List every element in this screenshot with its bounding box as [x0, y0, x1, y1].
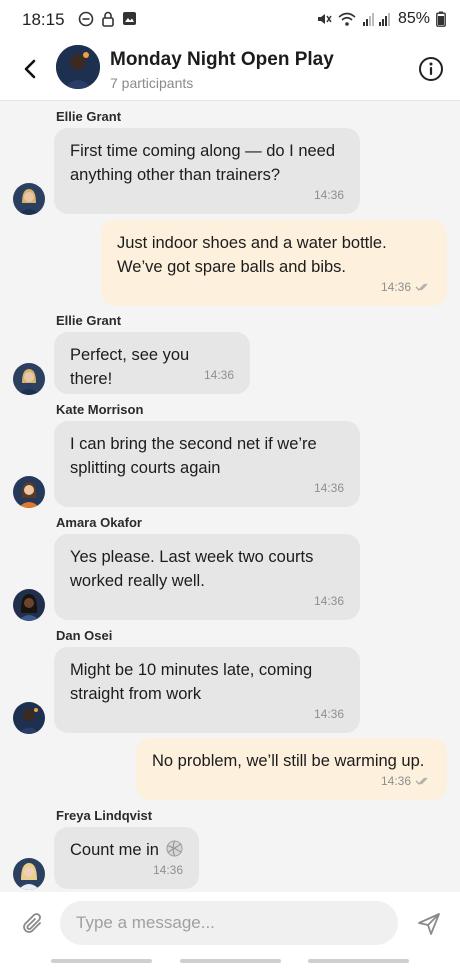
message-bubble-incoming[interactable]: First time coming along — do I need anyt…	[54, 128, 360, 214]
status-icons-right: 85%	[316, 10, 446, 28]
message-time: 14:36	[380, 280, 411, 294]
message-time: 14:36	[152, 863, 183, 877]
message-composer	[0, 892, 460, 972]
message-time: 14:36	[313, 707, 344, 721]
avatar[interactable]	[13, 702, 45, 734]
status-time: 18:15	[22, 10, 65, 29]
message-time: 14:36	[380, 774, 411, 788]
sender-name: Ellie Grant	[56, 109, 122, 124]
group-avatar[interactable]	[56, 45, 100, 89]
message-time-row: 14:36	[381, 275, 431, 299]
avatar[interactable]	[13, 589, 45, 621]
nav-bar-segment	[51, 959, 152, 963]
status-bar: 18:15 85%	[0, 0, 460, 40]
message-time: 14:36	[313, 594, 344, 608]
battery-percent: 85%	[397, 10, 430, 27]
attachment-icon[interactable]	[20, 911, 46, 937]
message-text: I can bring the second net if we’re spli…	[70, 435, 317, 477]
message-text: Count me in	[70, 841, 159, 859]
message-text: First time coming along — do I need anyt…	[70, 142, 336, 184]
avatar[interactable]	[13, 363, 45, 395]
wifi-icon	[338, 12, 356, 26]
avatar[interactable]	[13, 476, 45, 508]
message-time-row: 14:36	[381, 769, 431, 793]
read-receipt-icon	[415, 777, 428, 785]
message-text: Might be 10 minutes late, coming straigh…	[70, 661, 313, 703]
avatar[interactable]	[13, 183, 45, 215]
message-time: 14:36	[313, 481, 344, 495]
sender-name: Amara Okafor	[56, 515, 142, 530]
avatar[interactable]	[13, 858, 45, 890]
message-bubble-incoming[interactable]: Might be 10 minutes late, coming straigh…	[54, 647, 360, 733]
message-text: Yes please. Last week two courts worked …	[70, 548, 314, 590]
message-input[interactable]	[60, 901, 398, 945]
send-icon[interactable]	[416, 911, 442, 937]
message-list[interactable]: Ellie Grant First time coming along — do…	[0, 100, 460, 892]
message-bubble-incoming[interactable]: I can bring the second net if we’re spli…	[54, 421, 360, 507]
message-text: Just indoor shoes and a water bottle. We…	[117, 234, 387, 276]
info-icon[interactable]	[418, 56, 444, 82]
back-arrow-icon[interactable]	[18, 56, 44, 82]
status-icons-left	[78, 11, 137, 27]
nav-bar-segment	[308, 959, 409, 963]
message-bubble-incoming[interactable]: Perfect, see you there! 14:36	[54, 332, 250, 394]
message-bubble-incoming[interactable]: Count me in 14:36	[54, 827, 199, 889]
message-bubble-outgoing[interactable]: Just indoor shoes and a water bottle. We…	[101, 220, 447, 306]
sender-name: Freya Lindqvist	[56, 808, 153, 823]
message-time: 14:36	[203, 368, 234, 382]
nav-bar-segment	[180, 959, 281, 963]
read-receipt-icon	[415, 283, 428, 291]
gallery-icon	[123, 12, 136, 25]
volleyball-emoji-icon	[166, 840, 183, 857]
signal-icon	[362, 13, 390, 26]
sender-name: Kate Morrison	[56, 402, 144, 417]
participants-count[interactable]: 7 participants	[110, 75, 193, 91]
sender-name: Dan Osei	[56, 628, 113, 643]
message-time: 14:36	[313, 188, 344, 202]
mute-icon	[317, 14, 332, 24]
chat-title: Monday Night Open Play	[110, 49, 334, 70]
chat-header: Monday Night Open Play 7 participants	[0, 40, 460, 101]
lock-icon	[102, 11, 114, 27]
dnd-icon	[78, 11, 94, 27]
message-text: No problem, we’ll still be warming up.	[152, 752, 425, 770]
sender-name: Ellie Grant	[56, 313, 122, 328]
message-text: Perfect, see you there!	[70, 346, 190, 388]
battery-icon	[436, 11, 446, 27]
message-bubble-incoming[interactable]: Yes please. Last week two courts worked …	[54, 534, 360, 620]
message-bubble-outgoing[interactable]: No problem, we’ll still be warming up. 1…	[136, 738, 447, 800]
